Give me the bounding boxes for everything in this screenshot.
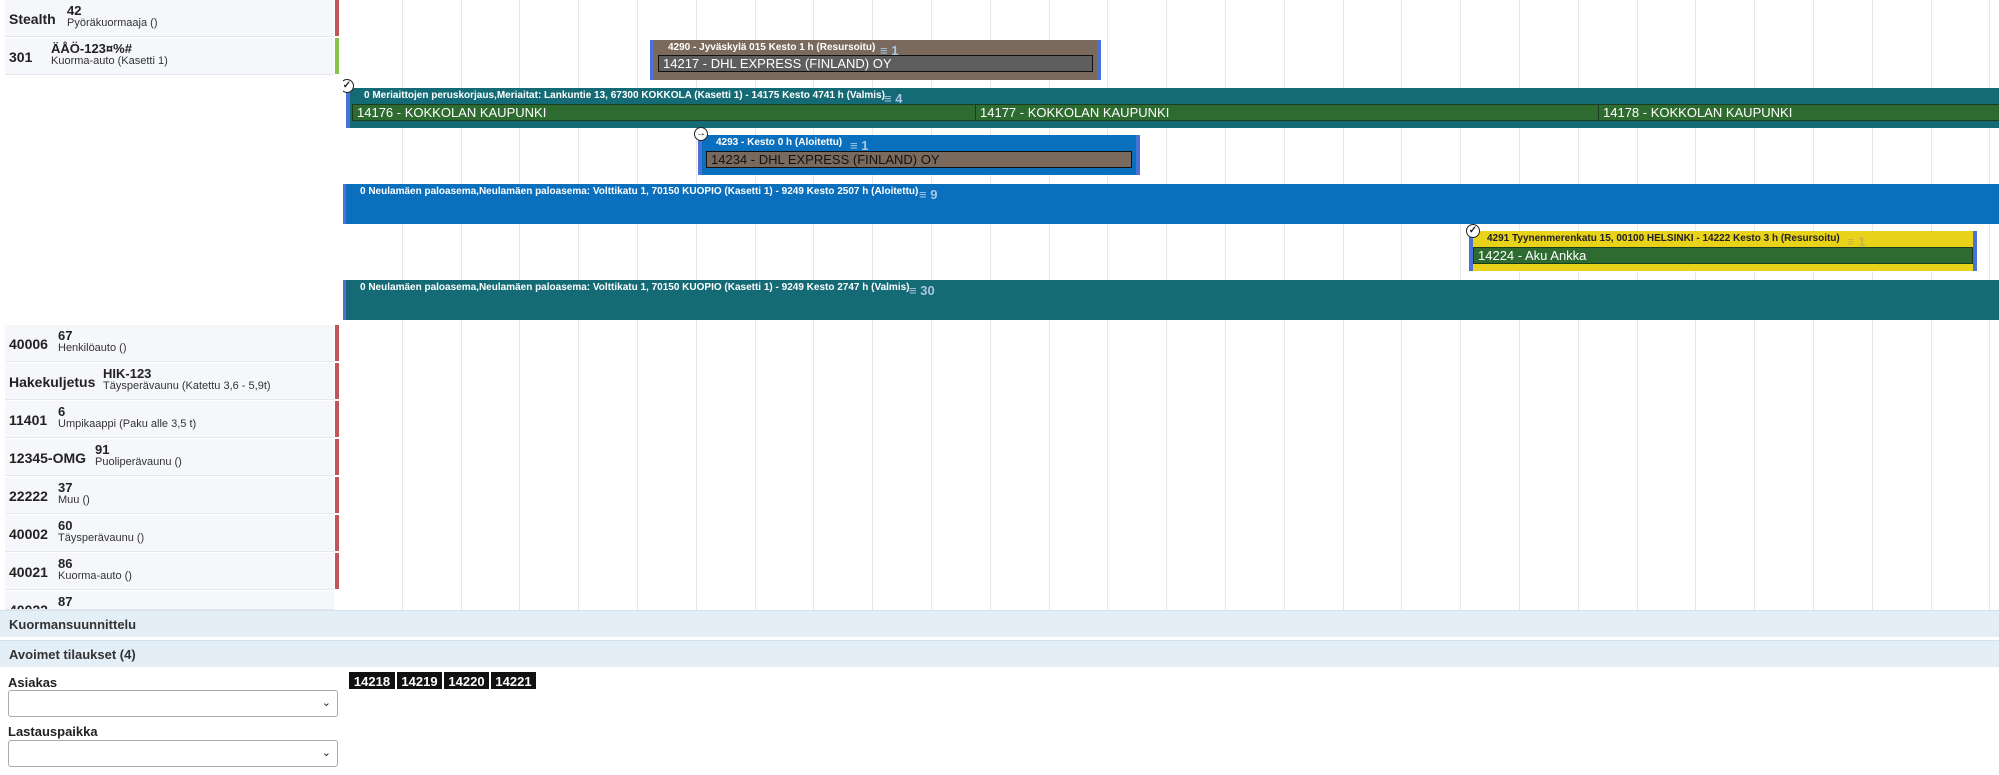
resource-row[interactable]: Stealth 42 Pyöräkuormaaja () xyxy=(5,0,339,37)
resource-row[interactable]: 40002 60 Täysperävaunu () xyxy=(5,515,339,552)
resource-code: 6 xyxy=(58,404,66,419)
booking-bar[interactable]: 0 Meriaittojen peruskorjaus,Meriaitat: L… xyxy=(346,88,1999,128)
status-indicator xyxy=(335,439,339,475)
order-cell[interactable]: 14217 - DHL EXPRESS (FINLAND) OY xyxy=(658,55,1093,72)
resource-type: Pyöräkuormaaja () xyxy=(67,17,158,29)
resource-id: Stealth xyxy=(9,11,56,27)
booking-title: 0 Neulamäen paloasema,Neulamäen paloasem… xyxy=(360,282,910,293)
resource-code: 87 xyxy=(58,594,73,609)
resource-id: 22222 xyxy=(9,488,48,504)
chevron-down-icon: ⌄ xyxy=(321,747,331,759)
chevron-down-icon: ⌄ xyxy=(321,697,331,709)
resource-id: Hakekuljetus xyxy=(9,374,96,390)
resource-code: 37 xyxy=(58,480,73,495)
resource-code: 91 xyxy=(95,442,110,457)
resource-id: 40022 xyxy=(9,602,48,610)
status-indicator xyxy=(335,401,339,437)
order-cell[interactable]: 14224 - Aku Ankka xyxy=(1473,247,1973,264)
order-cell[interactable]: 14178 - KOKKOLAN KAUPUNKI xyxy=(1598,104,1999,121)
booking-title: 0 Neulamäen paloasema,Neulamäen paloasem… xyxy=(360,186,919,197)
resource-code: 60 xyxy=(58,518,73,533)
customer-select[interactable]: ⌄ xyxy=(8,690,338,717)
order-chip[interactable]: 14220 xyxy=(443,671,490,690)
booking-title: 4290 - Jyväskylä 015 Kesto 1 h (Resursoi… xyxy=(668,42,876,53)
resource-row[interactable]: 22222 37 Muu () xyxy=(5,477,339,514)
arrow-circle-icon[interactable]: → xyxy=(694,127,708,141)
resource-row[interactable]: 40021 86 Kuorma-auto () xyxy=(5,553,339,590)
resource-code: HIK-123 xyxy=(103,366,152,381)
resource-type: Täysperävaunu () xyxy=(58,532,145,544)
document-icon: ≡ xyxy=(909,283,917,298)
open-orders-panel[interactable]: Avoimet tilaukset (4) xyxy=(0,640,1999,667)
booking-bar[interactable]: 0 Neulamäen paloasema,Neulamäen paloasem… xyxy=(343,184,1999,224)
status-indicator xyxy=(335,363,339,399)
order-count: ≡ 9 xyxy=(919,187,938,202)
check-circle-icon[interactable]: ✓ xyxy=(1466,224,1480,238)
status-indicator xyxy=(335,477,339,513)
order-count: ≡ 30 xyxy=(909,283,935,298)
resource-type: Kuorma-auto () xyxy=(58,570,132,582)
order-cell[interactable]: 14177 - KOKKOLAN KAUPUNKI xyxy=(975,104,1599,121)
resource-id: 40002 xyxy=(9,526,48,542)
resource-id: 40021 xyxy=(9,564,48,580)
booking-title: 0 Meriaittojen peruskorjaus,Meriaitat: L… xyxy=(364,90,885,101)
loading-place-label: Lastauspaikka xyxy=(8,724,98,739)
resource-row[interactable]: 11401 6 Umpikaappi (Paku alle 3,5 t) xyxy=(5,401,339,438)
booking-title: 4293 - Kesto 0 h (Aloitettu) xyxy=(716,137,843,148)
booking-bar[interactable]: 4290 - Jyväskylä 015 Kesto 1 h (Resursoi… xyxy=(650,40,1101,80)
resource-type: Täysperävaunu (Katettu 3,6 - 5,9t) xyxy=(103,380,271,392)
resource-code: 42 xyxy=(67,3,82,18)
resource-row[interactable]: 40022 87 Kuorma-auto () xyxy=(5,591,334,610)
order-cell[interactable]: 14234 - DHL EXPRESS (FINLAND) OY xyxy=(706,151,1132,168)
resource-type: Henkilöauto () xyxy=(58,342,127,354)
order-cell[interactable]: 14176 - KOKKOLAN KAUPUNKI xyxy=(352,104,976,121)
booking-bar[interactable]: 4293 - Kesto 0 h (Aloitettu) ≡ 1 14234 -… xyxy=(698,135,1140,175)
status-indicator xyxy=(335,553,339,589)
resource-row[interactable]: 12345-OMG 91 Puoliperävaunu () xyxy=(5,439,339,476)
status-indicator xyxy=(335,0,339,36)
booking-bar[interactable]: 4291 Tyynenmerenkatu 15, 00100 HELSINKI … xyxy=(1469,231,1977,271)
status-indicator xyxy=(335,38,339,74)
status-indicator xyxy=(335,325,339,361)
resource-id: 11401 xyxy=(9,412,48,428)
load-planning-panel[interactable]: Kuormansuunnittelu xyxy=(0,610,1999,637)
resource-row[interactable]: 40006 67 Henkilöauto () xyxy=(5,325,339,362)
order-chip[interactable]: 14221 xyxy=(490,671,537,690)
panel-title: Avoimet tilaukset (4) xyxy=(9,647,136,662)
order-chip[interactable]: 14218 xyxy=(348,671,396,690)
loading-place-select[interactable]: ⌄ xyxy=(8,740,338,767)
resource-row[interactable]: Hakekuljetus HIK-123 Täysperävaunu (Kate… xyxy=(5,363,339,400)
resource-row[interactable]: 301 ÄÅÖ-123¤%# Kuorma-auto (Kasetti 1) xyxy=(5,38,339,75)
panel-title: Kuormansuunnittelu xyxy=(9,617,137,632)
booking-title: 4291 Tyynenmerenkatu 15, 00100 HELSINKI … xyxy=(1487,233,1840,244)
timeline-grid: 4290 - Jyväskylä 015 Kesto 1 h (Resursoi… xyxy=(343,0,1999,610)
resource-id: 40006 xyxy=(9,336,48,352)
resource-code: 86 xyxy=(58,556,73,571)
document-icon: ≡ xyxy=(919,187,927,202)
resource-id: 12345-OMG xyxy=(9,450,87,466)
resource-type: Umpikaappi (Paku alle 3,5 t) xyxy=(58,418,197,430)
booking-bar[interactable]: 0 Neulamäen paloasema,Neulamäen paloasem… xyxy=(343,280,1999,320)
order-chip[interactable]: 14219 xyxy=(396,671,443,690)
resource-id: 301 xyxy=(9,49,33,65)
status-indicator xyxy=(335,515,339,551)
resource-type: Puoliperävaunu () xyxy=(95,456,182,468)
resource-code: ÄÅÖ-123¤%# xyxy=(51,41,132,56)
resource-type: Kuorma-auto (Kasetti 1) xyxy=(51,55,168,67)
resource-type: Muu () xyxy=(58,494,90,506)
customer-label: Asiakas xyxy=(8,675,58,690)
resource-code: 67 xyxy=(58,328,73,343)
